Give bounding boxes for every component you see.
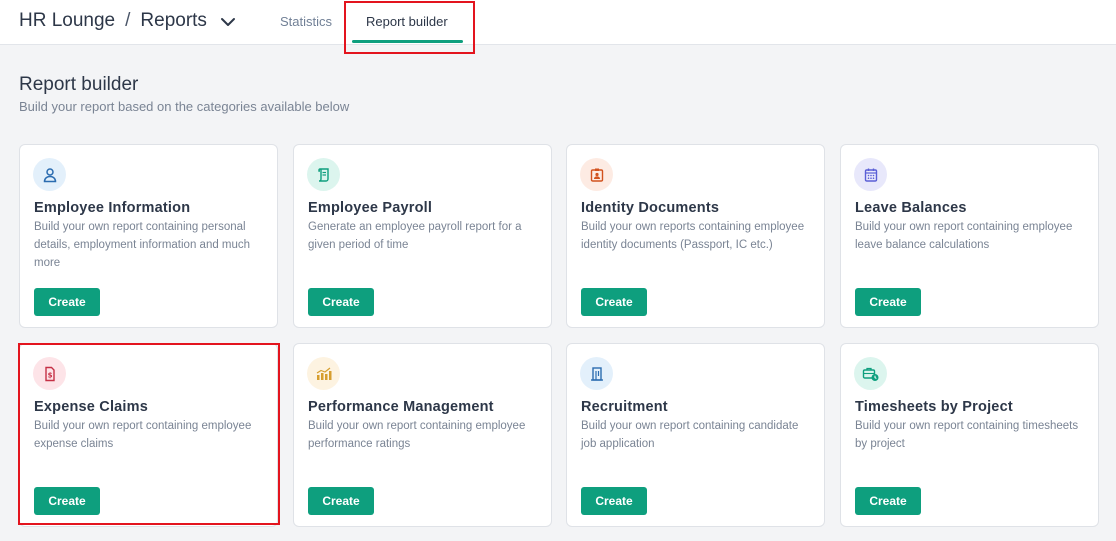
id-badge-icon [580, 158, 613, 191]
card-description: Build your own report containing employe… [308, 420, 526, 450]
create-button[interactable]: Create [34, 487, 100, 515]
top-bar: HR Lounge / Reports Statistics Report buil… [0, 0, 1116, 45]
bar-chart-icon [307, 357, 340, 390]
scroll-icon [307, 158, 340, 191]
create-button[interactable]: Create [855, 288, 921, 316]
card-title: Identity Documents [581, 200, 720, 216]
create-button[interactable]: Create [581, 288, 647, 316]
card-title: Employee Information [34, 200, 191, 216]
svg-text:$: $ [47, 371, 52, 379]
card-employee-payroll: Employee Payroll Generate an employee pa… [293, 144, 552, 328]
section-name[interactable]: Reports [140, 10, 207, 31]
page-subtitle: Build your report based on the categorie… [19, 99, 350, 114]
building-icon [580, 357, 613, 390]
page-title: Report builder [19, 74, 139, 95]
card-title: Expense Claims [34, 399, 149, 415]
card-identity-documents: Identity Documents Build your own report… [566, 144, 825, 328]
card-performance-management: Performance Management Build your own re… [293, 343, 552, 527]
card-description: Build your own report containing candida… [581, 420, 799, 450]
create-button[interactable]: Create [581, 487, 647, 515]
user-icon [33, 158, 66, 191]
create-button[interactable]: Create [308, 288, 374, 316]
calendar-icon [854, 158, 887, 191]
create-button[interactable]: Create [34, 288, 100, 316]
card-employee-information: Employee Information Build your own repo… [19, 144, 278, 328]
active-tab-indicator [352, 40, 463, 43]
create-button[interactable]: Create [308, 487, 374, 515]
card-description: Build your own reports containing employ… [581, 221, 805, 251]
card-timesheets-by-project: Timesheets by Project Build your own rep… [840, 343, 1099, 527]
card-description: Build your own report containing employe… [34, 420, 252, 450]
card-description: Generate an employee payroll report for … [308, 221, 522, 251]
chevron-down-icon[interactable] [220, 14, 236, 30]
card-expense-claims: $ Expense Claims Build your own report c… [19, 343, 278, 527]
create-button[interactable]: Create [855, 487, 921, 515]
card-description: Build your own report containing timeshe… [855, 420, 1079, 450]
card-description: Build your own report containing employe… [855, 221, 1073, 251]
card-title: Timesheets by Project [855, 399, 1013, 415]
card-description: Build your own report containing persona… [34, 221, 251, 269]
briefcase-clock-icon [854, 357, 887, 390]
receipt-icon: $ [33, 357, 66, 390]
breadcrumb: HR Lounge / Reports [19, 10, 207, 32]
tab-report-builder[interactable]: Report builder [366, 14, 448, 29]
tab-statistics[interactable]: Statistics [280, 14, 332, 29]
card-leave-balances: Leave Balances Build your own report con… [840, 144, 1099, 328]
card-recruitment: Recruitment Build your own report contai… [566, 343, 825, 527]
card-title: Leave Balances [855, 200, 967, 216]
app-name[interactable]: HR Lounge [19, 10, 115, 31]
card-title: Employee Payroll [308, 200, 433, 216]
breadcrumb-separator: / [125, 10, 131, 31]
card-title: Performance Management [308, 399, 494, 415]
card-title: Recruitment [581, 399, 668, 415]
